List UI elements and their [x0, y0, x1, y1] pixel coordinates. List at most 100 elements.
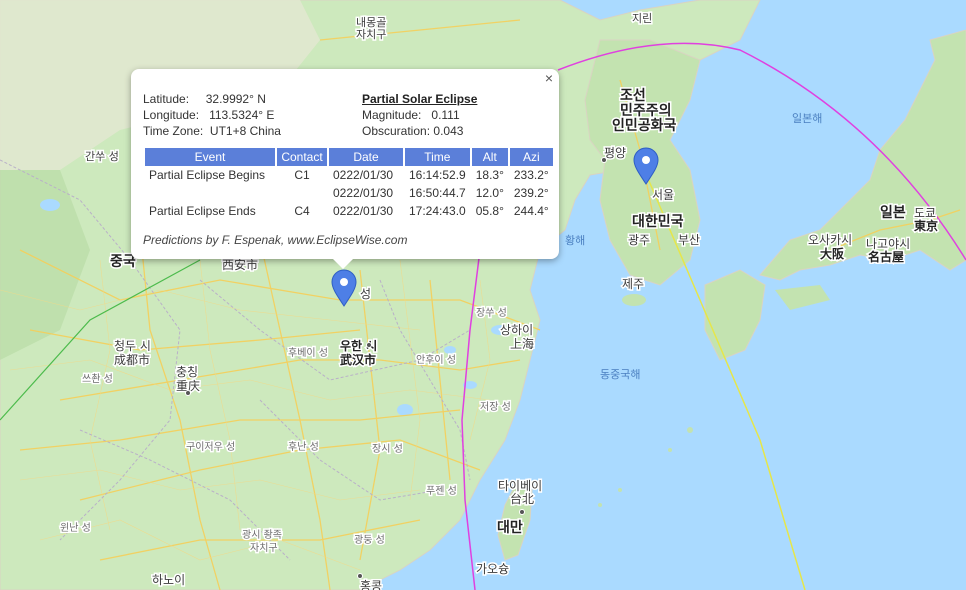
map-label-chongqing-kr: 충칭 [176, 365, 198, 379]
cell-contact [277, 184, 327, 202]
cell-alt: 12.0° [475, 186, 504, 200]
map-label-seoul: 서울 [652, 188, 674, 202]
cell-azi: 244.4° [513, 204, 549, 218]
map-label-busan: 부산 [678, 233, 700, 247]
cell-event: Partial Eclipse Begins [149, 168, 266, 182]
map-label-guizhou: 구이저우 성 [186, 441, 235, 453]
cell-azi: 233.2° [513, 168, 549, 182]
popup-pointer [333, 259, 353, 269]
cell-date: 0222/01/30 [333, 186, 394, 200]
map-label-jeju: 제주 [622, 277, 644, 291]
cell-alt: 18.3° [475, 168, 504, 182]
header-event: Event [145, 148, 275, 166]
cell-contact: C4 [294, 204, 310, 218]
header-contact: Contact [277, 148, 327, 166]
map-label-jiangxi: 장시 성 [372, 443, 403, 455]
header-date: Date [329, 148, 403, 166]
map-label-nagoya-kr: 나고야시 [866, 237, 910, 251]
map-label-sichuan: 쓰촨 성 [82, 373, 113, 385]
cell-time: 16:14:52.9 [409, 168, 466, 182]
map-label-east-china-sea: 동중국해 [600, 367, 640, 381]
map-label-nagoya-jp: 名古屋 [868, 249, 904, 264]
city-dot-chongqing [185, 390, 191, 396]
latitude-value: 32.9992° N [205, 92, 266, 106]
map-label-korea: 대한민국 [632, 213, 684, 230]
longitude-row: Longitude: 113.5324° E [143, 107, 281, 123]
longitude-value: 113.5324° E [209, 108, 275, 122]
latitude-label: Latitude: [143, 92, 190, 106]
eclipse-summary: Partial Solar Eclipse Magnitude: 0.111 O… [362, 91, 477, 139]
map-label-guangxi-2: 자치구 [250, 542, 278, 554]
map-label-chengdu-cn: 成都市 [114, 352, 150, 367]
timezone-label: Time Zone: [143, 124, 204, 138]
map-label-shanghai-cn: 上海 [510, 336, 534, 351]
map-label-jiangsu: 장쑤 성 [476, 307, 507, 319]
city-dot-hongkong [357, 573, 363, 579]
cell-event: Partial Eclipse Ends [149, 204, 256, 218]
map-label-kaohsiung: 가오슝 [476, 562, 509, 576]
city-dot-pyongyang [601, 157, 607, 163]
timezone-value: UT1+8 China [209, 124, 281, 138]
city-dot-taipei [519, 509, 525, 515]
map-label-guangxi-1: 광시 좡족 [242, 529, 282, 541]
map-label-zhejiang: 저장 성 [480, 401, 511, 413]
map-label-shanghai-kr: 상하이 [500, 323, 533, 337]
cell-time: 16:50:44.7 [409, 186, 466, 200]
header-time: Time [405, 148, 470, 166]
map-label-guangdong: 광둥 성 [354, 534, 385, 546]
map-label-dprk-2: 민주주의 [620, 102, 672, 119]
location-info: Latitude: 32.9992° N Longitude: 113.5324… [143, 91, 281, 139]
cell-time: 17:24:43.0 [409, 204, 466, 218]
map-label-fujian: 푸젠 성 [426, 485, 457, 497]
city-dot-wuhan [366, 342, 372, 348]
land-jeju [622, 294, 646, 306]
table-row: Partial Eclipse Begins C1 0222/01/30 16:… [145, 166, 553, 184]
cell-azi: 239.2° [513, 186, 549, 200]
cell-date: 0222/01/30 [333, 204, 394, 218]
map-label-hongkong: 홍콩 [360, 579, 382, 590]
map-label-hunan: 후난 성 [288, 441, 319, 453]
cell-date: 0222/01/30 [333, 168, 394, 182]
map-label-sheng: 성 [360, 287, 371, 301]
map-label-tokyo-jp: 東京 [914, 218, 938, 233]
magnitude-label: Magnitude: [362, 108, 422, 122]
map-label-dprk-1: 조선 [620, 88, 646, 104]
map-label-gwangju: 광주 [628, 233, 650, 247]
map-label-jachigu: 자치구 [356, 28, 386, 41]
table-row: Partial Eclipse Ends C4 0222/01/30 17:24… [145, 202, 553, 220]
eclipse-info-popup: × Latitude: 32.9992° N Longitude: 113.53… [131, 69, 559, 269]
map-label-taipei-kr: 타이베이 [498, 479, 542, 493]
obscuration-label: Obscuration: [362, 124, 431, 138]
map-label-china: 중국 [110, 254, 136, 270]
map-label-dprk-3: 인민공화국 [612, 117, 677, 134]
map-label-osaka-kr: 오사카시 [808, 233, 852, 247]
map-label-hanoi: 하노이 [152, 573, 185, 587]
timezone-row: Time Zone: UT1+8 China [143, 123, 281, 139]
magnitude-value: 0.111 [431, 108, 460, 122]
table-row: 0222/01/30 16:50:44.7 12.0° 239.2° [145, 184, 553, 202]
header-azi: Azi [509, 148, 553, 166]
cell-contact: C1 [294, 168, 310, 182]
map-label-hubei: 후베이 성 [288, 347, 328, 359]
eclipse-events-table: Event Contact Date Time Alt Azi Partial … [143, 148, 555, 220]
map-label-yunnan: 윈난 성 [60, 522, 91, 534]
cell-alt: 05.8° [475, 204, 504, 218]
eclipse-title[interactable]: Partial Solar Eclipse [362, 91, 477, 107]
latitude-row: Latitude: 32.9992° N [143, 91, 281, 107]
map-label-xian: 西安市 [222, 257, 258, 272]
map-label-anhui: 안후이 성 [416, 354, 456, 366]
map-label-taipei-cn: 台北 [510, 491, 534, 506]
map-label-chengdu-kr: 청두 시 [114, 339, 151, 353]
header-alt: Alt [471, 148, 508, 166]
longitude-label: Longitude: [143, 108, 200, 122]
magnitude-row: Magnitude: 0.111 [362, 107, 477, 123]
map-label-yellow-sea: 황해 [565, 233, 585, 247]
prediction-credit: Predictions by F. Espenak, www.EclipseWi… [143, 233, 408, 247]
obscuration-value: 0.043 [433, 124, 464, 138]
map-label-osaka-jp: 大阪 [820, 246, 845, 261]
map-label-jilin: 지린 [632, 12, 652, 25]
map-label-gansu: 간쑤 성 [85, 150, 119, 163]
popup-close-button[interactable]: × [545, 71, 553, 85]
events-header-row: Event Contact Date Time Alt Azi [145, 148, 553, 166]
map-label-japan: 일본 [880, 205, 906, 221]
